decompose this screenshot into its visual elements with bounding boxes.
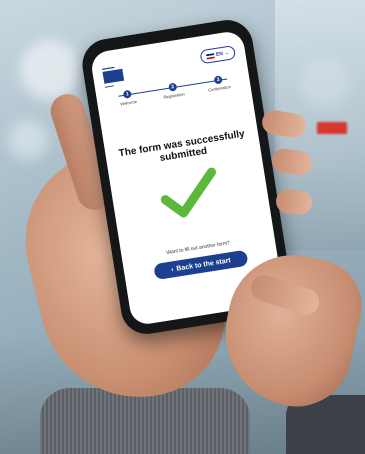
- step-label: Registration: [163, 91, 186, 100]
- checkmark-icon: [160, 167, 217, 218]
- step-label: Confirmation: [207, 84, 232, 93]
- bokeh-light: [8, 120, 48, 160]
- red-sign: [317, 122, 347, 134]
- step-confirmation: 3 Confirmation: [201, 73, 237, 93]
- chevron-down-icon: ⌄: [224, 49, 230, 57]
- bokeh-light: [20, 40, 80, 100]
- chevron-left-icon: ‹: [170, 265, 175, 274]
- success-title: The form was successfully submitted: [118, 128, 246, 164]
- uk-flag-icon: [205, 52, 215, 59]
- step-number: 1: [122, 89, 132, 99]
- brand-logo: ▬▬▬ ▬▬▬: [102, 63, 127, 89]
- progress-steps: 1 Welcome 2 Registration 3 Confirmation: [110, 73, 238, 112]
- step-number: 3: [213, 75, 223, 85]
- language-code: EN: [215, 50, 224, 58]
- step-registration: 2 Registration: [155, 81, 191, 101]
- step-welcome: 1 Welcome: [110, 88, 146, 108]
- back-button-label: Back to the start: [175, 256, 232, 273]
- language-selector[interactable]: EN ⌄: [199, 45, 237, 65]
- step-number: 2: [168, 82, 178, 92]
- step-label: Welcome: [120, 98, 138, 107]
- left-sleeve: [40, 388, 250, 454]
